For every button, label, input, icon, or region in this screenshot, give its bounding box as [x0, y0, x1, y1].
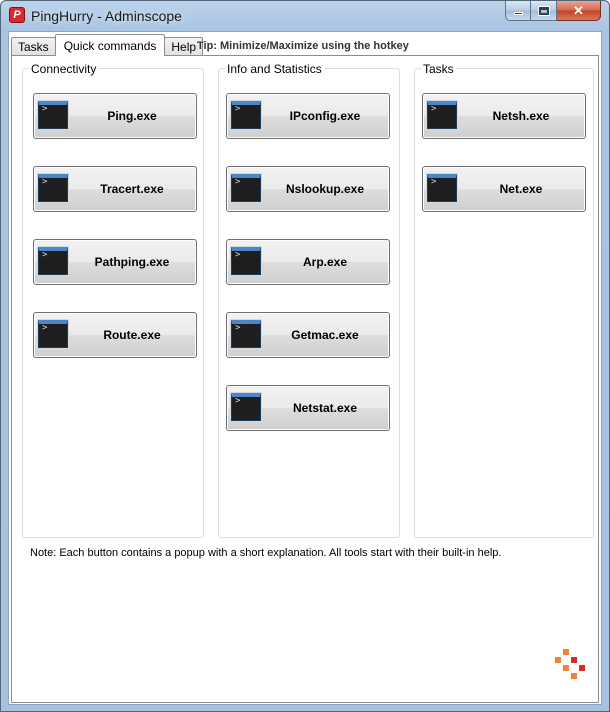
- window-title: PingHurry - Adminscope: [31, 8, 182, 24]
- app-logo-icon[interactable]: P: [9, 7, 25, 23]
- group-title-info: Info and Statistics: [225, 62, 324, 76]
- app-logo-letter: P: [13, 8, 21, 21]
- console-window-icon: [38, 101, 68, 129]
- arp-button[interactable]: Arp.exe: [226, 239, 390, 285]
- console-window-icon: [427, 174, 457, 202]
- ipconfig-button[interactable]: IPconfig.exe: [226, 93, 390, 139]
- button-label: Netsh.exe: [492, 109, 550, 123]
- console-window-icon: [231, 393, 261, 421]
- console-window-icon: [231, 101, 261, 129]
- caption-buttons: ✕: [505, 1, 601, 21]
- button-label: Tracert.exe: [100, 182, 164, 196]
- console-window-icon: [38, 247, 68, 275]
- tab-strip: Tasks Quick commands Help: [11, 34, 204, 56]
- console-window-icon: [427, 101, 457, 129]
- title-bar[interactable]: P PingHurry - Adminscope ✕: [1, 1, 609, 31]
- adminscope-logo-icon: [555, 649, 587, 681]
- minimize-icon: [513, 12, 523, 15]
- maximize-icon: [538, 6, 549, 15]
- nslookup-button[interactable]: Nslookup.exe: [226, 166, 390, 212]
- group-connectivity: Connectivity Ping.exe Tracert.exe Pathpi…: [22, 62, 204, 538]
- console-window-icon: [38, 320, 68, 348]
- close-button[interactable]: ✕: [557, 1, 601, 21]
- close-icon: ✕: [573, 2, 584, 18]
- tab-quick-commands[interactable]: Quick commands: [54, 34, 166, 56]
- net-button[interactable]: Net.exe: [422, 166, 586, 212]
- console-window-icon: [38, 174, 68, 202]
- button-label: Arp.exe: [302, 255, 348, 269]
- button-label: Route.exe: [103, 328, 161, 342]
- group-title-connectivity: Connectivity: [29, 62, 99, 76]
- button-label: IPconfig.exe: [289, 109, 361, 123]
- minimize-button[interactable]: [505, 1, 531, 21]
- console-window-icon: [231, 320, 261, 348]
- quick-commands-panel: Connectivity Ping.exe Tracert.exe Pathpi…: [11, 55, 599, 703]
- button-label: Netstat.exe: [292, 401, 358, 415]
- button-label: Getmac.exe: [291, 328, 359, 342]
- button-label: Net.exe: [499, 182, 543, 196]
- maximize-button[interactable]: [531, 1, 557, 21]
- netstat-button[interactable]: Netstat.exe: [226, 385, 390, 431]
- app-window: P PingHurry - Adminscope ✕ Tasks Quick c…: [0, 0, 610, 712]
- ping-button[interactable]: Ping.exe: [33, 93, 197, 139]
- tab-tasks[interactable]: Tasks: [11, 37, 56, 56]
- console-window-icon: [231, 174, 261, 202]
- pathping-button[interactable]: Pathping.exe: [33, 239, 197, 285]
- route-button[interactable]: Route.exe: [33, 312, 197, 358]
- group-info-and-statistics: Info and Statistics IPconfig.exe Nslooku…: [218, 62, 400, 538]
- tracert-button[interactable]: Tracert.exe: [33, 166, 197, 212]
- help-note: Note: Each button contains a popup with …: [30, 547, 502, 559]
- button-label: Nslookup.exe: [285, 182, 365, 196]
- netsh-button[interactable]: Netsh.exe: [422, 93, 586, 139]
- button-label: Ping.exe: [107, 109, 157, 123]
- button-label: Pathping.exe: [94, 255, 170, 269]
- group-tasks: Tasks Netsh.exe Net.exe: [414, 62, 594, 538]
- hotkey-tip: Tip: Minimize/Maximize using the hotkey: [197, 40, 409, 52]
- group-title-tasks: Tasks: [421, 62, 456, 76]
- getmac-button[interactable]: Getmac.exe: [226, 312, 390, 358]
- client-area: Tasks Quick commands Help Tip: Minimize/…: [8, 31, 602, 705]
- console-window-icon: [231, 247, 261, 275]
